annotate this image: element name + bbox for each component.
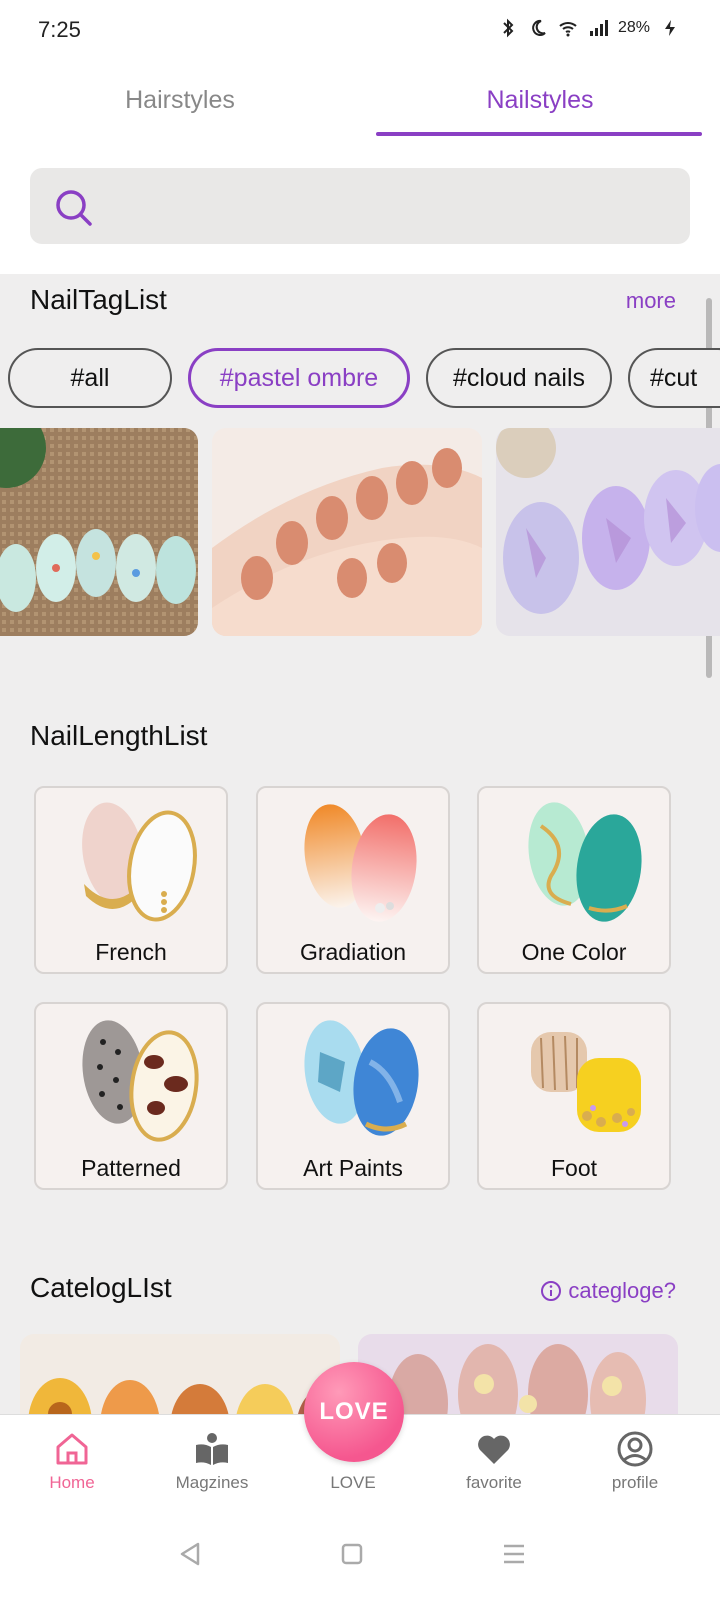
chip-all[interactable]: #all (8, 348, 172, 408)
recents-icon[interactable] (496, 1536, 532, 1572)
nav-home-label: Home (49, 1473, 95, 1492)
search-input[interactable] (110, 182, 670, 230)
status-time: 7:25 (38, 17, 81, 42)
nav-favorite[interactable]: favorite (422, 1415, 566, 1515)
length-card-one-color[interactable]: One Color (477, 786, 671, 974)
length-label-french: French (95, 939, 167, 965)
battery-percent: 28% (617, 19, 650, 36)
nav-home[interactable]: Home (0, 1415, 144, 1515)
search-icon (56, 190, 92, 226)
nav-love-label: LOVE (330, 1473, 376, 1492)
catalog-info-link[interactable]: categloge? (540, 1278, 676, 1304)
nail-photo-3-image (496, 428, 720, 636)
length-card-french[interactable]: French (34, 786, 228, 974)
nav-favorite-label: favorite (466, 1473, 522, 1492)
heart-icon (478, 1435, 510, 1464)
nail-photo-3[interactable] (496, 428, 720, 636)
catalog-info-label: categloge? (568, 1278, 676, 1303)
nav-profile[interactable]: profile (563, 1415, 707, 1515)
patterned-nail-image (82, 1020, 199, 1142)
length-card-gradiation[interactable]: Gradiation (256, 786, 450, 974)
book-icon (196, 1433, 228, 1465)
length-label-one-color: One Color (521, 939, 627, 965)
nail-tag-list-title: NailTagList (30, 284, 167, 315)
length-label-art-paints: Art Paints (303, 1155, 403, 1181)
nail-photo-1[interactable] (0, 428, 198, 636)
nav-magazines-label: Magzines (175, 1473, 249, 1492)
gradiation-nail-image (304, 804, 417, 922)
tab-hairstyles[interactable]: Hairstyles (0, 62, 360, 138)
search-bar[interactable] (30, 168, 690, 244)
more-link[interactable]: more (626, 288, 676, 314)
nav-profile-label: profile (611, 1473, 659, 1492)
length-label-foot: Foot (550, 1155, 598, 1181)
info-icon (541, 1281, 562, 1301)
chip-cloud-nails[interactable]: #cloud nails (426, 348, 612, 408)
tab-nailstyles[interactable]: Nailstyles (360, 62, 720, 138)
system-nav-bar (0, 1514, 720, 1600)
back-icon[interactable] (172, 1536, 208, 1572)
catalog-list-title: CatelogLIst (30, 1272, 172, 1303)
nail-length-list-title: NailLengthList (30, 720, 208, 751)
length-label-gradiation: Gradiation (299, 939, 407, 965)
main-content[interactable]: NailTagList more #all #pastel ombre #clo… (0, 274, 720, 1442)
length-card-art-paints[interactable]: Art Paints (256, 1002, 450, 1190)
moon-icon (532, 19, 546, 36)
length-card-patterned[interactable]: Patterned (34, 1002, 228, 1190)
one-color-nail-image (528, 802, 642, 922)
status-bar: 7:25 28% (0, 0, 720, 60)
foot-nail-image (531, 1032, 641, 1132)
nail-photo-2[interactable] (212, 428, 482, 636)
charging-icon (665, 20, 675, 36)
love-button[interactable]: LOVE (304, 1362, 404, 1462)
french-nail-image (82, 802, 197, 922)
signal-icon (589, 20, 608, 36)
active-tab-indicator (376, 132, 702, 136)
home-icon (56, 1433, 88, 1465)
length-card-foot[interactable]: Foot (477, 1002, 671, 1190)
home-button-icon[interactable] (334, 1536, 370, 1572)
nail-photo-1-image (0, 428, 198, 636)
user-icon (617, 1431, 653, 1467)
bluetooth-icon (503, 18, 514, 38)
art-paints-nail-image (304, 1020, 419, 1136)
status-icons: 28% (498, 18, 680, 38)
length-label-patterned: Patterned (81, 1155, 181, 1181)
top-tabs: Hairstyles Nailstyles (0, 62, 720, 138)
nail-photo-2-image (212, 428, 482, 636)
nav-magazines[interactable]: Magzines (140, 1415, 284, 1515)
chip-cut[interactable]: #cut (628, 348, 720, 408)
wifi-icon (559, 22, 577, 37)
tag-chips: #all #pastel ombre #cloud nails #cut (0, 348, 720, 412)
chip-pastel-ombre[interactable]: #pastel ombre (188, 348, 410, 408)
